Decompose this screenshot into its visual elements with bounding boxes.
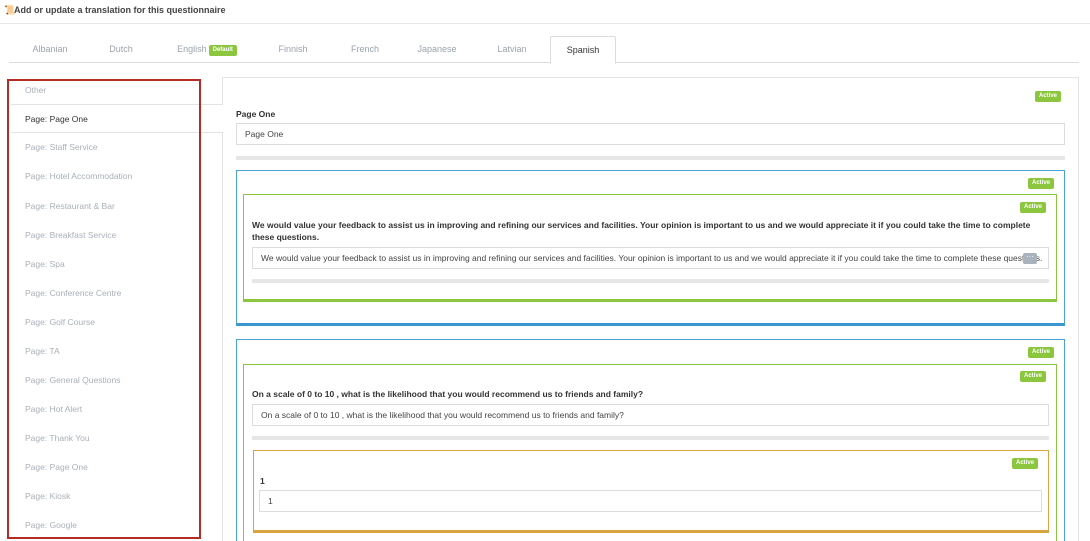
status-badge: Active [1012,458,1039,469]
tab-label: English [177,44,207,54]
tab-dutch[interactable]: Dutch [91,36,151,63]
status-badge: Active [1028,347,1055,358]
divider [252,436,1049,440]
tab-japanese[interactable]: Japanese [405,36,469,63]
tab-label: French [350,44,379,54]
page-name-input[interactable]: Page One [236,123,1065,145]
tab-albanian[interactable]: Albanian [9,36,91,63]
status-badge: Active [1035,91,1062,102]
default-badge: Default [208,45,237,56]
tab-english[interactable]: English Default [157,36,257,63]
more-icon[interactable]: ··· [1023,253,1037,264]
tab-french[interactable]: French [333,36,397,63]
question-translation-input[interactable]: We would value your feedback to assist u… [252,247,1049,269]
page-header: 📜 Add or update a translation for this q… [0,0,1090,24]
divider [252,279,1049,283]
tab-spanish[interactable]: Spanish [550,36,616,64]
language-tabs: Albanian Dutch English Default Finnish Fr… [9,36,1079,64]
question-label: On a scale of 0 to 10 , what is the like… [252,389,644,399]
tab-label: Finnish [278,44,308,54]
status-badge: Active [1020,202,1047,213]
option-translation-input[interactable]: 1 [259,490,1042,512]
question-translation-input[interactable]: On a scale of 0 to 10 , what is the like… [252,404,1049,426]
status-badge: Active [1020,371,1047,382]
tab-finnish[interactable]: Finnish [261,36,325,63]
tab-label: Dutch [109,44,133,54]
divider [236,156,1065,160]
tab-label: Latvian [497,44,527,54]
option-label: 1 [260,476,265,486]
page-name-label: Page One [236,109,276,119]
sidebar-highlight-frame [7,79,201,539]
tab-label: Spanish [566,45,600,55]
tab-label: Albanian [32,44,68,54]
tab-latvian[interactable]: Latvian [479,36,545,63]
page-title: Add or update a translation for this que… [14,5,226,15]
status-badge: Active [1028,178,1055,189]
tab-label: Japanese [417,44,457,54]
question-label: We would value your feedback to assist u… [252,220,1031,242]
